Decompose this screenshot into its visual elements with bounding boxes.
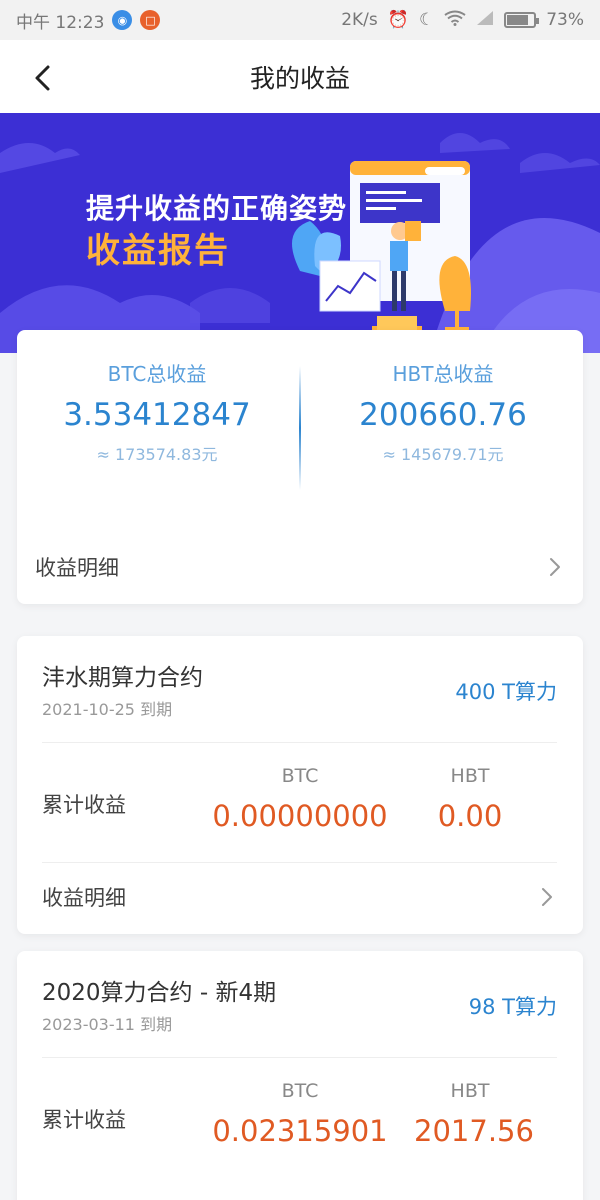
wifi-icon xyxy=(444,10,466,31)
promo-banner[interactable]: 提升收益的正确姿势 收益报告 xyxy=(0,113,600,353)
divider xyxy=(42,1057,557,1058)
banner-subheadline: 收益报告 xyxy=(86,231,230,271)
cumulative-earnings-label: 累计收益 xyxy=(42,1108,126,1132)
report-illustration xyxy=(292,161,471,340)
hbt-column-header: HBT xyxy=(450,1080,490,1102)
contract-expiry-date: 2021-10-25 到期 xyxy=(42,700,173,719)
contract-detail-row[interactable]: 收益明细 xyxy=(17,872,583,922)
network-speed: 2K/s xyxy=(341,10,378,30)
alarm-icon: ⏰ xyxy=(387,10,409,30)
moon-icon: ☾ xyxy=(418,10,435,30)
summary-divider xyxy=(299,366,301,490)
chevron-right-icon xyxy=(542,888,552,906)
summary-detail-label: 收益明细 xyxy=(35,556,119,580)
divider xyxy=(42,862,557,863)
hbt-column-header: HBT xyxy=(450,765,490,787)
hbt-earnings-value: 2017.56 xyxy=(414,1114,534,1148)
chevron-right-icon xyxy=(550,558,560,576)
notification-app-icon-2: □ xyxy=(140,10,161,30)
btc-earnings-value: 0.00000000 xyxy=(212,799,388,833)
back-button[interactable] xyxy=(22,58,62,98)
signal-icon xyxy=(476,10,494,31)
divider xyxy=(42,742,557,743)
notification-app-icon: ◉ xyxy=(112,10,133,30)
btc-column-header: BTC xyxy=(281,1080,319,1102)
btc-total-label: BTC总收益 xyxy=(107,362,207,386)
btc-total-approx: ≈ 173574.83元 xyxy=(96,445,218,464)
chevron-left-icon xyxy=(35,65,50,91)
contract-card[interactable]: 沣水期算力合约 2021-10-25 到期 400 T算力 累计收益 BTC H… xyxy=(17,636,583,934)
battery-icon xyxy=(504,12,540,28)
status-bar: 中午 12:23 ◉ □ 2K/s ⏰ ☾ 73% xyxy=(0,0,600,40)
cumulative-earnings-label: 累计收益 xyxy=(42,793,126,817)
contract-hashpower: 98 T算力 xyxy=(468,995,557,1019)
contract-title: 沣水期算力合约 xyxy=(42,665,203,691)
status-time: 中午 12:23 xyxy=(16,12,105,33)
earnings-summary-card: BTC总收益 3.53412847 ≈ 173574.83元 HBT总收益 20… xyxy=(17,330,583,604)
battery-percent: 73% xyxy=(546,10,584,30)
btc-total-section: BTC总收益 3.53412847 ≈ 173574.83元 xyxy=(17,358,297,465)
summary-detail-row[interactable]: 收益明细 xyxy=(17,542,583,592)
hbt-total-value: 200660.76 xyxy=(359,397,527,433)
hbt-total-section: HBT总收益 200660.76 ≈ 145679.71元 xyxy=(303,358,583,465)
contract-card[interactable]: 2020算力合约 - 新4期 2023-03-11 到期 98 T算力 累计收益… xyxy=(17,951,583,1200)
nav-bar: 我的收益 xyxy=(0,40,600,113)
btc-earnings-value: 0.02315901 xyxy=(212,1114,388,1148)
contract-detail-label: 收益明细 xyxy=(42,886,126,910)
hbt-total-approx: ≈ 145679.71元 xyxy=(382,445,504,464)
btc-total-value: 3.53412847 xyxy=(63,397,251,433)
btc-column-header: BTC xyxy=(281,765,319,787)
contract-expiry-date: 2023-03-11 到期 xyxy=(42,1015,173,1034)
hbt-total-label: HBT总收益 xyxy=(392,362,494,386)
page-title: 我的收益 xyxy=(249,63,350,93)
contract-hashpower: 400 T算力 xyxy=(455,680,557,704)
contract-title: 2020算力合约 - 新4期 xyxy=(42,980,277,1006)
hbt-earnings-value: 0.00 xyxy=(437,799,503,833)
